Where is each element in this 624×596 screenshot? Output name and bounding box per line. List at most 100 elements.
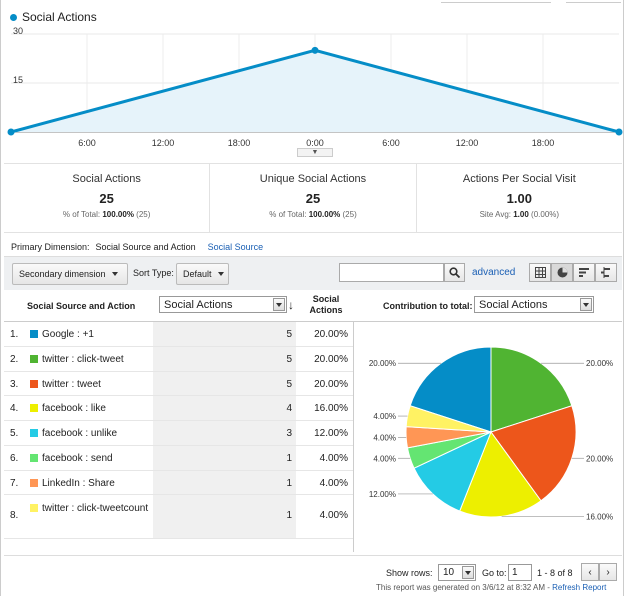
sort-type-value: Default (183, 269, 212, 279)
row-metric-value: 5 (286, 329, 292, 340)
row-color-swatch (30, 404, 38, 413)
metric-actions-per-visit: Actions Per Social Visit 1.00 Site Avg: … (417, 164, 622, 232)
row-dimension-value[interactable]: LinkedIn : Share (42, 478, 152, 490)
row-dimension-value[interactable]: facebook : send (42, 453, 152, 465)
row-metric-value: 5 (286, 378, 292, 390)
primary-dimension-active: Social Source and Action (95, 242, 196, 252)
next-page-button[interactable]: › (599, 563, 617, 581)
legend-dot-icon (10, 13, 17, 21)
table-row[interactable]: 6. facebook : send 1 4.00% (4, 445, 353, 471)
row-color-swatch (30, 379, 38, 388)
contribution-select-value: Social Actions (479, 298, 548, 311)
top-tab-stub (566, 0, 621, 3)
pie-slice-label: 20.00% (369, 359, 396, 368)
table-row[interactable]: 2. twitter : click-tweet 5 20.00% (4, 346, 353, 372)
chart-resize-handle[interactable]: ▼ (297, 148, 333, 157)
row-metric-value: 1 (286, 452, 292, 464)
sort-type-dropdown[interactable]: Default (176, 263, 229, 285)
view-comparison-button[interactable] (595, 263, 617, 282)
search-icon (449, 267, 460, 278)
row-metric-value: 3 (286, 428, 292, 439)
series-area (11, 50, 619, 132)
sort-type-label: Sort Type: (133, 268, 174, 278)
pie-slice-label: 4.00% (373, 412, 396, 421)
column-header-metric[interactable]: Social Actions (304, 294, 348, 316)
goto-label: Go to: (482, 568, 507, 578)
table-row[interactable]: 1. Google : +1 5 20.00% (4, 322, 353, 347)
chevron-down-icon: ▼ (311, 149, 319, 156)
dropdown-arrow-icon (273, 298, 285, 311)
sort-arrow-icon[interactable]: ↓ (288, 298, 294, 312)
x-tick-label: 12:00 (152, 138, 175, 148)
view-table-button[interactable] (529, 263, 551, 282)
row-number: 2. (10, 353, 19, 365)
primary-dimension-social-source-link[interactable]: Social Source (208, 242, 264, 252)
pie-slice-label: 16.00% (586, 512, 613, 521)
table-toolbar: Secondary dimension Sort Type: Default a… (4, 256, 622, 290)
row-dimension-value[interactable]: twitter : tweet (42, 379, 152, 391)
row-range-text: 1 - 8 of 8 (537, 568, 573, 578)
data-point (7, 128, 15, 136)
pie-chart-icon (557, 267, 567, 278)
table-row[interactable]: 3. twitter : tweet 5 20.00% (4, 371, 353, 397)
metric-sub: % of Total: 100.00% (25) (62, 210, 151, 219)
view-performance-button[interactable] (573, 263, 595, 282)
row-dimension-value[interactable]: facebook : unlike (42, 428, 152, 440)
pie-slice-label: 4.00% (373, 454, 396, 463)
row-metric-percent: 16.00% (314, 403, 348, 415)
top-tab-stub (441, 0, 551, 3)
x-tick-label: 0:00 (306, 138, 324, 148)
row-metric-percent: 4.00% (319, 477, 348, 489)
row-value-cell: 5 (153, 346, 296, 371)
row-value-cell: 3 (153, 421, 296, 445)
primary-dimension-label: Primary Dimension: (11, 242, 90, 252)
contribution-label: Contribution to total: (383, 301, 473, 311)
metric-social-actions: Social Actions 25 % of Total: 100.00% (2… (4, 164, 211, 232)
row-metric-percent: 20.00% (314, 378, 348, 390)
secondary-dimension-button[interactable]: Secondary dimension (12, 263, 128, 285)
table-body: 1. Google : +1 5 20.00% 2. twitter : click-tw… (4, 322, 353, 540)
chart-legend[interactable]: Social Actions (10, 10, 97, 24)
metric-select[interactable]: Social Actions (159, 296, 287, 313)
goto-page-input[interactable]: 1 (508, 564, 532, 581)
search-button[interactable] (444, 263, 465, 282)
chevron-right-icon: › (606, 566, 610, 578)
table-row[interactable]: 4. facebook : like 4 16.00% (4, 396, 353, 421)
report-panel: Social Actions 30 15 6:00 12:00 18:00 0:00 6:0… (0, 0, 624, 596)
table-row[interactable]: 8. twitter : click-tweetcount 1 4.00% (4, 495, 353, 540)
row-value-cell: 1 (153, 445, 296, 470)
row-color-swatch (30, 478, 38, 487)
row-dimension-value[interactable]: twitter : click-tweetcount (42, 503, 152, 515)
comparison-icon (600, 267, 610, 278)
table-search-input[interactable] (339, 263, 444, 282)
row-dimension-value[interactable]: twitter : click-tweet (42, 354, 152, 366)
table-header: Social Source and Action Social Actions … (4, 290, 622, 322)
show-rows-select[interactable]: 10 (438, 564, 476, 581)
x-tick-label: 18:00 (228, 138, 251, 148)
pie-slice-label: 4.00% (373, 433, 396, 442)
show-rows-label: Show rows: (386, 568, 433, 578)
previous-page-button[interactable]: ‹ (581, 563, 599, 581)
row-metric-value: 1 (286, 477, 292, 489)
view-pie-button[interactable] (551, 263, 573, 282)
secondary-dimension-label: Secondary dimension (19, 269, 106, 279)
column-header-dimension[interactable]: Social Source and Action (27, 301, 135, 311)
row-metric-value: 5 (286, 353, 292, 365)
row-number: 5. (10, 428, 19, 439)
report-generated-note: This report was generated on 3/6/12 at 8… (376, 583, 607, 592)
table-row[interactable]: 5. facebook : unlike 3 12.00% (4, 421, 353, 446)
y-tick-label: 15 (13, 75, 23, 85)
line-chart: 30 15 6:00 12:00 18:00 0:00 6:00 12:00 18:00 (7, 26, 623, 148)
row-dimension-value[interactable]: facebook : like (42, 403, 152, 415)
row-number: 8. (10, 510, 19, 522)
pie-slice-label: 12.00% (369, 490, 396, 499)
legend-label: Social Actions (22, 10, 97, 24)
table-row[interactable]: 7. LinkedIn : Share 1 4.00% (4, 470, 353, 496)
advanced-filter-link[interactable]: advanced (472, 267, 515, 278)
data-point (615, 128, 623, 136)
summary-metrics: Social Actions 25 % of Total: 100.00% (2… (4, 163, 622, 233)
refresh-report-link[interactable]: Refresh Report (552, 583, 606, 592)
pie-slice-label: 20.00% (586, 454, 613, 463)
row-dimension-value[interactable]: Google : +1 (42, 329, 152, 341)
contribution-select[interactable]: Social Actions (474, 296, 594, 313)
